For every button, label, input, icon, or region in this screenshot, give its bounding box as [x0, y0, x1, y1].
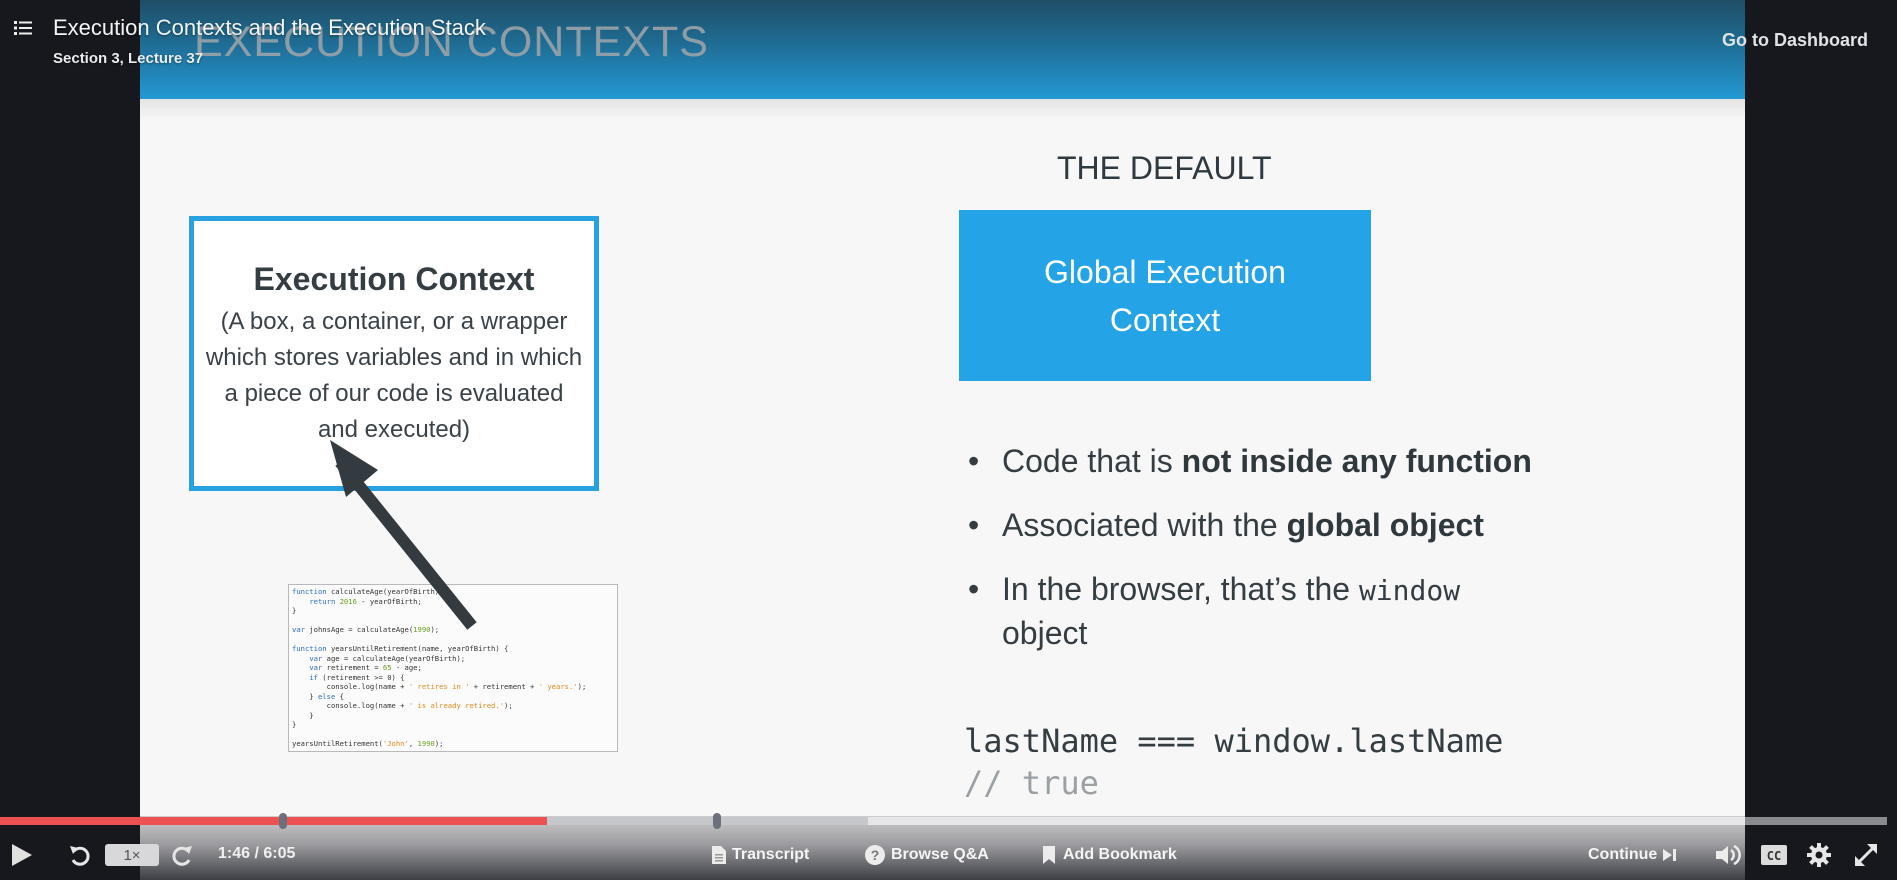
volume-button[interactable]: [1716, 840, 1742, 870]
bullet-bold-text: global object: [1286, 507, 1484, 543]
code-example: lastName === window.lastName: [964, 722, 1504, 760]
default-title: THE DEFAULT: [1057, 150, 1272, 186]
execution-context-title: Execution Context: [253, 261, 535, 297]
code-snippet-line: console.log(name + ' retires in ' + reti…: [292, 682, 587, 691]
bullet-dot: •: [968, 571, 980, 607]
curriculum-menu-icon[interactable]: [14, 20, 32, 36]
bullet-list: • Code that is not inside any function •…: [962, 440, 1722, 676]
code-comment: // true: [964, 764, 1099, 802]
lecture-subtitle: Section 3, Lecture 37: [53, 50, 204, 67]
code-snippet-line: console.log(name + ' is already retired.…: [292, 701, 513, 710]
global-execution-context-box: Global Execution Context: [959, 210, 1371, 381]
bullet-text: Associated with the: [1002, 507, 1287, 543]
code-snippet-line: } else {: [292, 691, 344, 701]
rewind-button[interactable]: [68, 840, 90, 870]
bookmark-icon: [1043, 846, 1055, 864]
closed-captions-icon: CC: [1761, 845, 1787, 865]
execution-context-box: Execution Context (A box, a container, o…: [189, 216, 599, 491]
bullet-text: Code that is: [1002, 443, 1182, 479]
browse-qa-button[interactable]: ? Browse Q&A: [865, 840, 989, 870]
execution-context-description: (A box, a container, or a wrapper which …: [205, 308, 583, 443]
captions-button[interactable]: CC: [1761, 840, 1787, 870]
forward-icon: [172, 846, 192, 866]
code-snippet-line: function yearsUntilRetirement(name, year…: [292, 644, 509, 653]
progress-marker[interactable]: [713, 813, 722, 829]
fullscreen-button[interactable]: [1853, 840, 1879, 870]
question-circle-icon: ?: [865, 845, 885, 865]
code-snippet-line: if (retirement >= 0) {: [309, 672, 405, 682]
transcript-icon: [712, 846, 726, 864]
skip-next-icon: [1663, 849, 1677, 861]
code-snippet-line: return 2016 - yearOfBirth;: [309, 596, 422, 606]
playback-speed-button[interactable]: 1×: [105, 844, 159, 866]
video-frame[interactable]: EXECUTION CONTEXTS Execution Context (A …: [140, 0, 1745, 880]
bullet-text-continued: object: [1002, 615, 1088, 651]
continue-label: Continue: [1588, 846, 1658, 863]
progress-played: [0, 817, 548, 825]
volume-icon: [1716, 844, 1741, 866]
code-snippet-line: var johnsAge = calculateAge(1990);: [292, 625, 440, 634]
global-execution-context-label: Global Execution Context: [1044, 253, 1286, 338]
code-snippet-line: yearsUntilRetirement('John', 1990);: [292, 739, 444, 748]
continue-button[interactable]: Continue: [1588, 840, 1677, 870]
bullet-item: • In the browser, that’s the window obje…: [962, 568, 1722, 654]
time-display: 1:46 / 6:05: [218, 845, 296, 862]
code-snippet-line: var retirement = 65 - age;: [309, 663, 422, 672]
browse-qa-label: Browse Q&A: [891, 846, 989, 863]
bullet-mono-text: window: [1358, 574, 1461, 607]
bullet-item: • Code that is not inside any function: [962, 440, 1722, 482]
bullet-text: In the browser, that’s the: [1002, 571, 1359, 607]
play-icon: [12, 844, 32, 866]
code-snippet-line: }: [292, 720, 297, 729]
code-snippet-line: }: [292, 606, 297, 615]
settings-button[interactable]: [1807, 840, 1831, 870]
go-to-dashboard-link[interactable]: Go to Dashboard: [1722, 30, 1868, 51]
code-snippet-line: [292, 635, 614, 645]
code-snippet: function calculateAge(yearOfBirth) { ret…: [288, 584, 618, 752]
bullet-bold-text: not inside any function: [1181, 443, 1532, 479]
code-snippet-line: [292, 616, 614, 626]
bullet-dot: •: [968, 443, 980, 479]
add-bookmark-label: Add Bookmark: [1063, 846, 1177, 863]
progress-track-outside: [1745, 817, 1887, 825]
bullet-dot: •: [968, 507, 980, 543]
rewind-icon: [70, 846, 90, 866]
bullet-item: • Associated with the global object: [962, 504, 1722, 546]
code-snippet-line: }: [292, 710, 314, 720]
code-snippet-line: function calculateAge(yearOfBirth) {: [292, 587, 448, 596]
fullscreen-icon: [1855, 844, 1877, 866]
svg-text:?: ?: [871, 847, 880, 863]
code-snippet-line: var age = calculateAge(yearOfBirth);: [309, 653, 466, 663]
svg-text:CC: CC: [1767, 849, 1781, 863]
progress-bar[interactable]: [0, 813, 1887, 829]
gear-icon: [1807, 843, 1831, 867]
lecture-header: Execution Contexts and the Execution Sta…: [0, 0, 1897, 80]
forward-button[interactable]: [172, 840, 194, 870]
transcript-label: Transcript: [732, 846, 810, 863]
progress-marker[interactable]: [279, 813, 288, 829]
add-bookmark-button[interactable]: Add Bookmark: [1043, 840, 1177, 870]
code-snippet-line: [292, 730, 614, 740]
transcript-button[interactable]: Transcript: [712, 840, 809, 870]
lecture-title: Execution Contexts and the Execution Sta…: [53, 15, 486, 40]
play-button[interactable]: [10, 840, 34, 870]
